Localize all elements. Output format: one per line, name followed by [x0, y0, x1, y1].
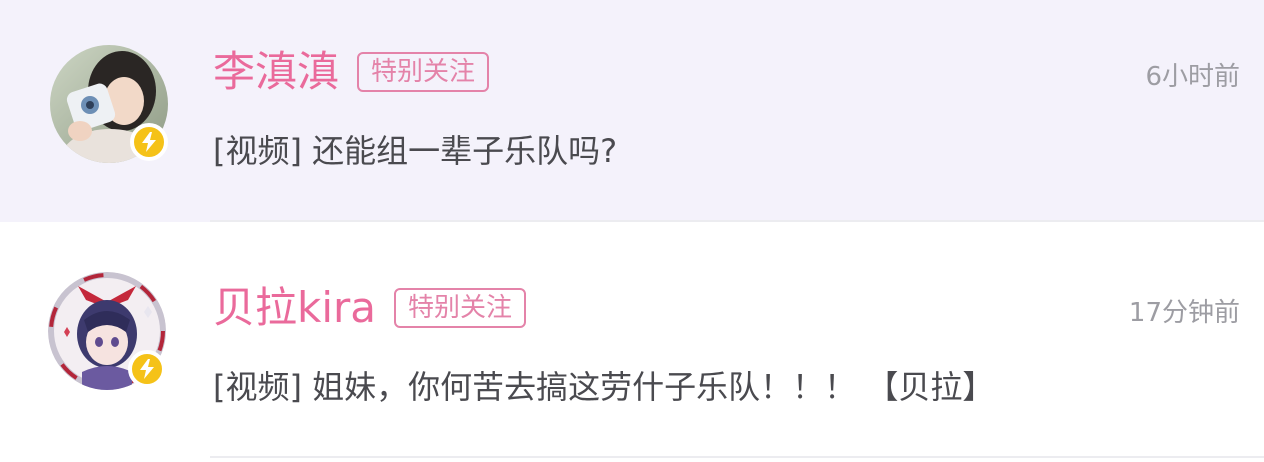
divider — [210, 456, 1264, 458]
conversation-item[interactable]: 贝拉kira 特别关注 17分钟前 [视频] 姐妹，你何苦去搞这劳什子乐队！！！… — [0, 222, 1264, 462]
message-preview: [视频] 还能组一辈子乐队吗? — [213, 132, 618, 170]
timestamp: 17分钟前 — [1128, 298, 1240, 328]
avatar[interactable] — [50, 45, 168, 163]
user-name: 贝拉kira — [213, 283, 376, 332]
message-preview: [视频] 姐妹，你何苦去搞这劳什子乐队！！！ 【贝拉】 — [213, 368, 995, 406]
name-line: 贝拉kira 特别关注 — [213, 282, 527, 334]
special-follow-tag: 特别关注 — [357, 52, 490, 92]
conversation-item[interactable]: 李滇滇 特别关注 6小时前 [视频] 还能组一辈子乐队吗? — [0, 0, 1264, 222]
user-name: 李滇滇 — [213, 47, 340, 96]
conversation-list: 李滇滇 特别关注 6小时前 [视频] 还能组一辈子乐队吗? 贝拉kira 特别关… — [0, 0, 1264, 462]
lightning-bolt-icon — [128, 350, 166, 388]
lightning-bolt-icon — [130, 123, 168, 161]
avatar[interactable] — [48, 272, 166, 390]
name-line: 李滇滇 特别关注 — [213, 46, 490, 98]
timestamp: 6小时前 — [1145, 62, 1240, 92]
special-follow-tag: 特别关注 — [394, 288, 527, 328]
